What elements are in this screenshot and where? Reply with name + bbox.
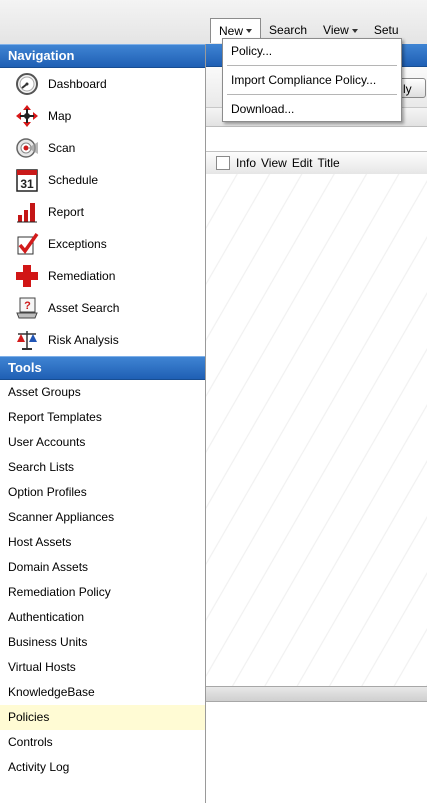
menu-separator xyxy=(227,65,397,66)
tool-item-host-assets[interactable]: Host Assets xyxy=(0,530,205,555)
exceptions-check-icon xyxy=(14,231,40,257)
tool-item-report-templates[interactable]: Report Templates xyxy=(0,405,205,430)
tool-item-controls[interactable]: Controls xyxy=(0,730,205,755)
menu-setup-label: Setu xyxy=(373,23,399,37)
tools-header: Tools xyxy=(0,356,205,380)
column-info[interactable]: Info xyxy=(236,156,256,170)
column-view[interactable]: View xyxy=(261,156,287,170)
navigation-header: Navigation xyxy=(0,44,205,68)
map-arrows-icon xyxy=(14,103,40,129)
asset-search-laptop-icon: ? xyxy=(14,295,40,321)
nav-item-remediation[interactable]: Remediation xyxy=(0,260,205,292)
tool-item-scanner-appliances[interactable]: Scanner Appliances xyxy=(0,505,205,530)
new-dropdown-menu: Policy... Import Compliance Policy... Do… xyxy=(222,38,402,122)
select-all-checkbox[interactable] xyxy=(216,156,230,170)
tool-item-search-lists[interactable]: Search Lists xyxy=(0,455,205,480)
tool-item-activity-log[interactable]: Activity Log xyxy=(0,755,205,780)
nav-item-dashboard[interactable]: Dashboard xyxy=(0,68,205,100)
tool-item-asset-groups[interactable]: Asset Groups xyxy=(0,380,205,405)
menu-search-label: Search xyxy=(269,23,308,37)
tools-list: Asset Groups Report Templates User Accou… xyxy=(0,380,205,780)
tool-item-business-units[interactable]: Business Units xyxy=(0,630,205,655)
tool-item-remediation-policy[interactable]: Remediation Policy xyxy=(0,580,205,605)
caret-down-icon xyxy=(351,28,358,33)
tool-item-domain-assets[interactable]: Domain Assets xyxy=(0,555,205,580)
dashboard-gauge-icon xyxy=(14,71,40,97)
nav-item-label: Risk Analysis xyxy=(48,333,119,347)
tool-item-policies[interactable]: Policies xyxy=(0,705,205,730)
remediation-cross-icon xyxy=(14,263,40,289)
tool-item-option-profiles[interactable]: Option Profiles xyxy=(0,480,205,505)
nav-item-asset-search[interactable]: ? Asset Search xyxy=(0,292,205,324)
caret-down-icon xyxy=(246,29,253,34)
nav-item-report[interactable]: Report xyxy=(0,196,205,228)
tool-item-virtual-hosts[interactable]: Virtual Hosts xyxy=(0,655,205,680)
column-title[interactable]: Title xyxy=(318,156,340,170)
left-panel: Navigation Dashboard Map Scan 31 Schedul… xyxy=(0,44,206,803)
nav-item-label: Asset Search xyxy=(48,301,120,315)
nav-item-label: Exceptions xyxy=(48,237,107,251)
svg-text:?: ? xyxy=(24,300,31,312)
tool-item-knowledgebase[interactable]: KnowledgeBase xyxy=(0,680,205,705)
nav-item-schedule[interactable]: 31 Schedule xyxy=(0,164,205,196)
nav-item-label: Scan xyxy=(48,141,76,155)
tool-item-user-accounts[interactable]: User Accounts xyxy=(0,430,205,455)
grid-footer xyxy=(206,686,427,702)
grid-header: Info View Edit Title xyxy=(206,151,427,175)
nav-item-label: Remediation xyxy=(48,269,116,283)
nav-item-label: Map xyxy=(48,109,72,123)
menu-separator xyxy=(227,94,397,95)
nav-item-label: Schedule xyxy=(48,173,99,187)
menu-item-import-compliance-policy[interactable]: Import Compliance Policy... xyxy=(223,68,401,92)
nav-item-map[interactable]: Map xyxy=(0,100,205,132)
nav-item-exceptions[interactable]: Exceptions xyxy=(0,228,205,260)
nav-item-scan[interactable]: Scan xyxy=(0,132,205,164)
nav-item-risk-analysis[interactable]: Risk Analysis xyxy=(0,324,205,356)
calendar-day-number: 31 xyxy=(20,177,34,191)
menu-view-label: View xyxy=(323,23,349,37)
menu-item-download[interactable]: Download... xyxy=(223,97,401,121)
nav-item-label: Report xyxy=(48,205,85,219)
risk-scales-icon xyxy=(14,327,40,353)
tool-item-authentication[interactable]: Authentication xyxy=(0,605,205,630)
report-bars-icon xyxy=(14,199,40,225)
grid-body-empty xyxy=(206,174,427,686)
calendar-icon: 31 xyxy=(14,167,40,193)
scan-target-icon xyxy=(14,135,40,161)
main-content: ly Info View Edit Title xyxy=(206,44,427,803)
menu-new-label: New xyxy=(219,23,244,38)
menu-item-policy[interactable]: Policy... xyxy=(223,39,401,63)
nav-item-label: Dashboard xyxy=(48,77,107,91)
column-edit[interactable]: Edit xyxy=(292,156,313,170)
